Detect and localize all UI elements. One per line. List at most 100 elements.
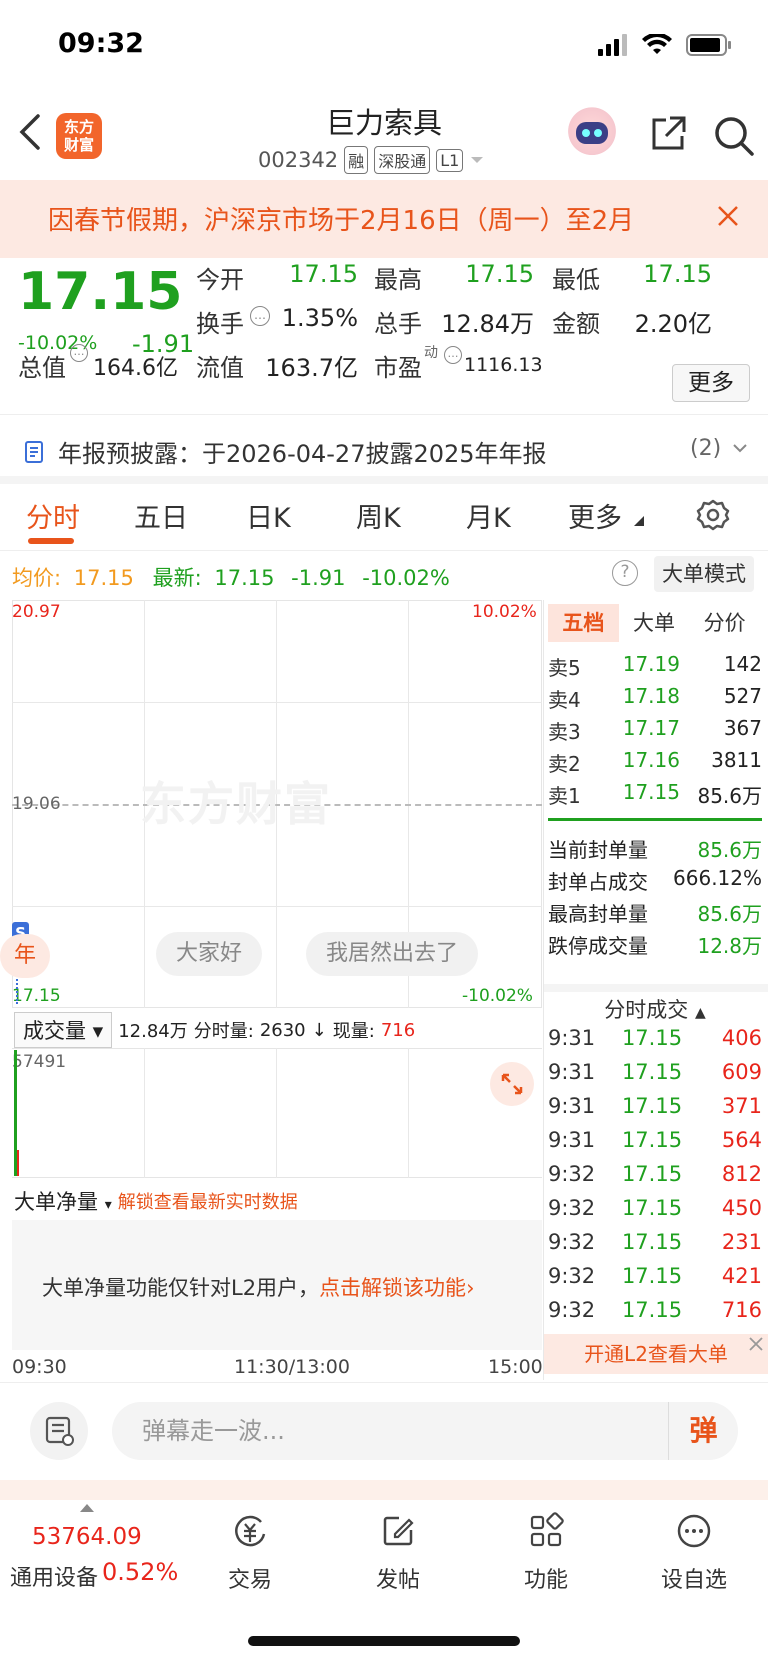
tag-level: L1	[436, 148, 464, 172]
nav-trade-label: 交易	[227, 1568, 272, 1593]
danmu-send-button[interactable]: 弹	[668, 1402, 738, 1460]
tick-volume: 406	[721, 1026, 762, 1050]
more-circle-icon	[677, 1514, 711, 1548]
info-icon[interactable]: …	[444, 346, 462, 364]
tab-more[interactable]: 更多	[568, 496, 622, 535]
status-time: 09:32	[58, 28, 144, 59]
annual-report-notice[interactable]: 年报预披露：于2026-04-27披露2025年年报	[24, 434, 547, 469]
info-icon[interactable]: …	[70, 344, 88, 362]
index-value[interactable]: 53764.09	[32, 1524, 142, 1550]
battery-icon	[686, 34, 731, 56]
ask-level: 卖3	[548, 720, 581, 744]
tick-time: 9:32	[548, 1230, 596, 1254]
tick-row: 9:32 17.15 450	[548, 1196, 762, 1220]
nav-watchlist-label: 设自选	[660, 1568, 727, 1593]
big-order-mode-button[interactable]: 大单模式	[654, 556, 754, 592]
stock-code-row[interactable]: 002342 融 深股通 L1	[258, 146, 485, 174]
ticks-header[interactable]: 分时成交 ▲	[548, 994, 762, 1024]
tab-five-levels[interactable]: 五档	[548, 604, 619, 642]
tick-row: 9:31 17.15 609	[548, 1060, 762, 1084]
expand-icon	[501, 1073, 523, 1095]
tick-time: 9:31	[548, 1094, 596, 1118]
gear-icon[interactable]	[696, 498, 730, 532]
avg-value: 17.15	[73, 566, 134, 590]
fs-volume-label: 分时量:	[193, 1021, 254, 1042]
search-icon[interactable]	[712, 114, 756, 158]
ask-row: 卖5 17.19 142	[548, 652, 762, 681]
seal-value: 666.12%	[673, 866, 762, 890]
volume-bar	[17, 1150, 19, 1176]
seal-value: 85.6万	[697, 902, 762, 926]
latest-pct: -10.02%	[362, 566, 450, 590]
volume-chart[interactable]	[12, 1048, 542, 1178]
comment-list-button[interactable]	[30, 1402, 88, 1460]
fs-volume-value: 2630	[259, 1019, 306, 1041]
tick-time: 9:31	[548, 1060, 596, 1084]
volume-header: 成交量 ▾ 12.84万 分时量: 2630 ↓ 现量: 716	[14, 1012, 415, 1048]
document-icon	[25, 440, 43, 463]
index-pct[interactable]: 0.52%	[102, 1558, 178, 1586]
ask-level: 卖1	[548, 784, 581, 808]
notice-count[interactable]: (2)	[690, 436, 721, 461]
ask-price: 17.18	[622, 684, 680, 708]
grid-line	[276, 1048, 277, 1178]
close-icon[interactable]	[748, 1336, 764, 1352]
expand-button[interactable]	[490, 1062, 534, 1106]
tick-volume: 421	[721, 1264, 762, 1288]
ask-row: 卖4 17.18 527	[548, 684, 762, 713]
float-cap-label: 流值	[196, 354, 244, 382]
close-icon[interactable]	[716, 204, 740, 228]
tab-monthly-k[interactable]: 月K	[466, 496, 511, 535]
tick-price: 17.15	[621, 1026, 683, 1050]
nav-post[interactable]: 发帖	[338, 1512, 458, 1594]
seal-row: 封单占成交 666.12%	[548, 866, 762, 895]
tick-volume: 564	[721, 1128, 762, 1152]
tab-big-orders[interactable]: 大单	[619, 604, 690, 642]
volume-selector[interactable]: 成交量 ▾	[14, 1012, 113, 1048]
info-icon[interactable]: …	[250, 306, 270, 326]
tab-five-day[interactable]: 五日	[134, 496, 188, 535]
more-quote-button[interactable]: 更多	[672, 364, 750, 402]
unlock-feature-link[interactable]: 点击解锁该功能	[319, 1276, 466, 1300]
tab-intraday[interactable]: 分时	[26, 496, 80, 535]
ask-level: 卖4	[548, 688, 581, 712]
pe-label: 市盈	[374, 354, 422, 382]
nav-functions[interactable]: 功能	[486, 1512, 606, 1594]
section-gap	[544, 984, 768, 992]
tick-row: 9:31 17.15 371	[548, 1094, 762, 1118]
index-name[interactable]: 通用设备	[10, 1560, 98, 1592]
tick-volume: 450	[721, 1196, 762, 1220]
danmu-input[interactable]: 弹幕走一波...	[112, 1402, 738, 1460]
tick-price: 17.15	[621, 1298, 683, 1322]
home-indicator[interactable]	[248, 1636, 520, 1646]
tag-margin: 融	[344, 146, 369, 174]
nav-trade[interactable]: 交易	[190, 1512, 310, 1594]
net-selector[interactable]: 大单净量 ▾	[14, 1186, 112, 1216]
share-icon[interactable]	[648, 114, 688, 154]
caret-icon	[634, 516, 644, 526]
ask-price: 17.16	[622, 748, 680, 772]
price-summary: 均价: 17.15 最新: 17.15 -1.91 -10.02%	[12, 562, 450, 592]
comment-list-icon	[45, 1416, 74, 1446]
market-cap-label: 总值	[18, 354, 66, 382]
tick-volume: 716	[721, 1298, 762, 1322]
l2-upgrade-banner[interactable]: 开通L2查看大单	[544, 1334, 768, 1374]
grid-line	[408, 1048, 409, 1178]
tab-price-dist[interactable]: 分价	[689, 604, 760, 642]
signal-icon	[598, 34, 627, 56]
unlock-link[interactable]: 解锁查看最新实时数据	[118, 1188, 298, 1214]
help-icon[interactable]: ?	[612, 560, 638, 586]
chevron-down-icon[interactable]	[732, 442, 748, 454]
seal-value: 12.8万	[697, 934, 762, 958]
y-top-label: 20.97	[12, 602, 61, 622]
latest-change: -1.91	[291, 566, 346, 590]
robot-assistant-icon[interactable]	[562, 106, 622, 162]
nav-watchlist[interactable]: 设自选	[634, 1512, 754, 1594]
tick-time: 9:32	[548, 1162, 596, 1186]
tab-weekly-k[interactable]: 周K	[356, 496, 401, 535]
tick-time: 9:32	[548, 1264, 596, 1288]
tab-daily-k[interactable]: 日K	[246, 496, 291, 535]
wifi-icon	[642, 34, 672, 54]
ask-volume: 85.6万	[697, 784, 762, 808]
tick-row: 9:32 17.15 421	[548, 1264, 762, 1288]
